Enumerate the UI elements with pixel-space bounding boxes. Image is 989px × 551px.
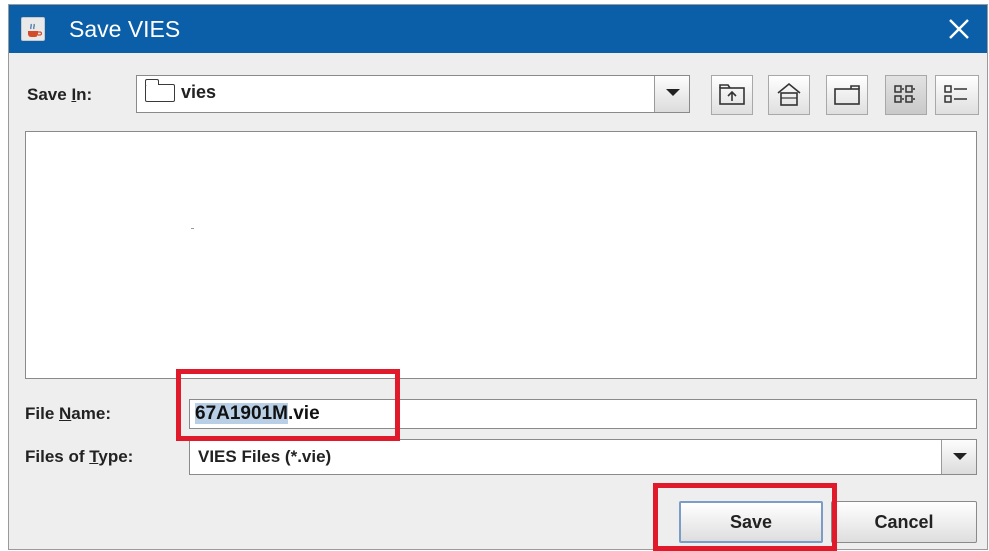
- home-icon: [777, 82, 801, 106]
- list-view-button[interactable]: [885, 75, 927, 115]
- new-folder-icon: [834, 85, 860, 105]
- list-view-icon: [894, 85, 915, 103]
- file-type-combo[interactable]: VIES Files (*.vie): [189, 439, 977, 475]
- list-artifact: [191, 228, 194, 229]
- chevron-down-icon[interactable]: [941, 440, 976, 474]
- home-button[interactable]: [768, 75, 810, 115]
- up-one-level-button[interactable]: [711, 75, 753, 115]
- java-coffee-icon: [21, 17, 45, 41]
- file-name-label: File Name:: [25, 404, 111, 423]
- save-in-combo[interactable]: vies: [136, 75, 690, 113]
- new-folder-button[interactable]: [826, 75, 868, 115]
- save-in-value: vies: [181, 82, 217, 102]
- chevron-down-icon[interactable]: [654, 76, 689, 112]
- file-name-selected-text: 67A1901M: [195, 403, 288, 424]
- window-title: Save VIES: [69, 16, 181, 42]
- title-bar: Save VIES: [9, 5, 987, 53]
- file-name-input[interactable]: 67A1901M.vie: [189, 399, 977, 429]
- cancel-button[interactable]: Cancel: [831, 501, 977, 543]
- details-view-icon: [944, 85, 967, 103]
- file-list[interactable]: [25, 131, 977, 379]
- file-type-label: Files of Type:: [25, 447, 134, 466]
- details-view-button[interactable]: [935, 75, 979, 115]
- save-button[interactable]: Save: [679, 501, 823, 543]
- save-in-label: Save In:: [27, 85, 93, 104]
- folder-icon: [144, 79, 175, 102]
- close-icon[interactable]: [945, 15, 973, 43]
- file-type-value: VIES Files (*.vie): [198, 447, 332, 466]
- file-name-rest-text: .vie: [287, 403, 320, 424]
- save-dialog: Save VIES Save In: vies File Name: 67A19…: [8, 4, 988, 551]
- up-folder-icon: [719, 84, 745, 105]
